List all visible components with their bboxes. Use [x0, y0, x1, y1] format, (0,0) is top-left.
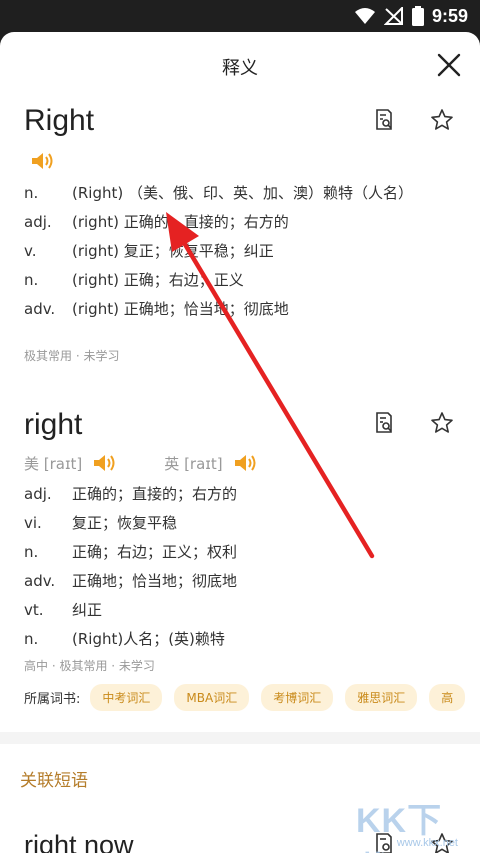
pronunciation-us: 美 [raɪt] [24, 452, 120, 474]
entry1-meta: 极其常用 · 未学习 [24, 349, 120, 363]
section-divider [0, 732, 480, 744]
definition-text: 正确的；直接的；右方的 [72, 485, 238, 503]
status-bar: 9:59 [0, 0, 480, 32]
pronunciations: 美 [raɪt] 英 [raɪt] [24, 452, 261, 474]
phonetic-us: 美 [raɪt] [24, 454, 83, 473]
watermark-url: www.kkx.net [396, 837, 458, 849]
book-tag[interactable]: 雅思词汇 [345, 684, 418, 711]
definition-text: (right) 正确；右边；正义 [72, 271, 244, 289]
part-of-speech: n. [24, 271, 39, 289]
status-icons: 9:59 [354, 4, 468, 28]
book-tag[interactable]: 中考词汇 [90, 684, 163, 711]
status-time: 9:59 [431, 5, 468, 26]
definition-row: n. 正确；右边；正义；权利 [24, 543, 456, 562]
signal-off-icon [383, 7, 403, 25]
wifi-icon [354, 8, 375, 24]
related-phrases-heading: 关联短语 [20, 771, 88, 791]
definition-text: 正确；右边；正义；权利 [72, 543, 238, 561]
definition-text: (Right)人名；(英)赖特 [72, 630, 225, 648]
speaker-icon[interactable] [233, 452, 261, 474]
definition-row: adv. (right) 正确地；恰当地；彻底地 [24, 300, 456, 319]
definition-sheet: 释义 Right n. (Right) （美、俄、印、英、加、澳）赖特（人名） … [0, 32, 480, 853]
definition-row: adv. 正确地；恰当地；彻底地 [24, 572, 456, 591]
definition-text: (right) 复正；恢复平稳；纠正 [72, 242, 274, 260]
entry2-meta: 高中 · 极其常用 · 未学习 [24, 659, 155, 673]
part-of-speech: adj. [24, 485, 52, 503]
part-of-speech: adv. [24, 300, 56, 318]
part-of-speech: vi. [24, 514, 42, 532]
part-of-speech: adv. [24, 572, 56, 590]
part-of-speech: v. [24, 242, 37, 260]
word-books: 所属词书: 中考词汇 MBA词汇 考博词汇 雅思词汇 高 [24, 684, 477, 711]
part-of-speech: n. [24, 543, 39, 561]
definition-text: (right) 正确地；恰当地；彻底地 [72, 300, 289, 318]
definition-row: n. (Right)人名；(英)赖特 [24, 630, 456, 649]
part-of-speech: adj. [24, 213, 52, 231]
definition-text: (Right) （美、俄、印、英、加、澳）赖特（人名） [72, 184, 413, 202]
note-search-icon[interactable] [372, 108, 396, 132]
word-books-label: 所属词书: [24, 692, 81, 707]
close-icon[interactable] [436, 52, 462, 78]
note-search-icon[interactable] [372, 411, 396, 435]
definition-text: 正确地；恰当地；彻底地 [72, 572, 238, 590]
definition-text: (right) 正确的；直接的；右方的 [72, 213, 289, 231]
definition-row: vi. 复正；恢复平稳 [24, 514, 456, 533]
star-icon[interactable] [430, 108, 454, 132]
part-of-speech: n. [24, 184, 39, 202]
watermark-logo: KK下载 www.kkx.net [356, 793, 466, 853]
pronunciation-uk: 英 [raɪt] [164, 452, 260, 474]
definition-row: adj. 正确的；直接的；右方的 [24, 485, 456, 504]
sheet-header: 释义 [0, 32, 480, 98]
entry1-word: Right [24, 104, 95, 137]
definition-row: n. (right) 正确；右边；正义 [24, 271, 456, 290]
part-of-speech: n. [24, 630, 39, 648]
star-icon[interactable] [430, 411, 454, 435]
battery-icon [411, 6, 424, 26]
book-tag[interactable]: 考博词汇 [261, 684, 334, 711]
definition-row: vt. 纠正 [24, 601, 456, 620]
entry2-definitions: adj. 正确的；直接的；右方的 vi. 复正；恢复平稳 n. 正确；右边；正义… [24, 485, 456, 659]
book-tag[interactable]: 高 [429, 684, 466, 711]
entry1-definitions: n. (Right) （美、俄、印、英、加、澳）赖特（人名） adj. (rig… [24, 184, 456, 329]
book-tag[interactable]: MBA词汇 [174, 684, 250, 711]
definition-row: adj. (right) 正确的；直接的；右方的 [24, 213, 456, 232]
part-of-speech: vt. [24, 601, 44, 619]
speaker-icon[interactable] [92, 452, 120, 474]
definition-text: 纠正 [72, 601, 103, 619]
definition-text: 复正；恢复平稳 [72, 514, 178, 532]
phrase-title[interactable]: right now [24, 830, 134, 853]
phonetic-uk: 英 [raɪt] [164, 454, 223, 473]
definition-row: n. (Right) （美、俄、印、英、加、澳）赖特（人名） [24, 184, 456, 203]
entry2-word: right [24, 408, 83, 441]
sheet-title: 释义 [222, 58, 258, 79]
definition-row: v. (right) 复正；恢复平稳；纠正 [24, 242, 456, 261]
speaker-icon[interactable] [30, 150, 58, 172]
